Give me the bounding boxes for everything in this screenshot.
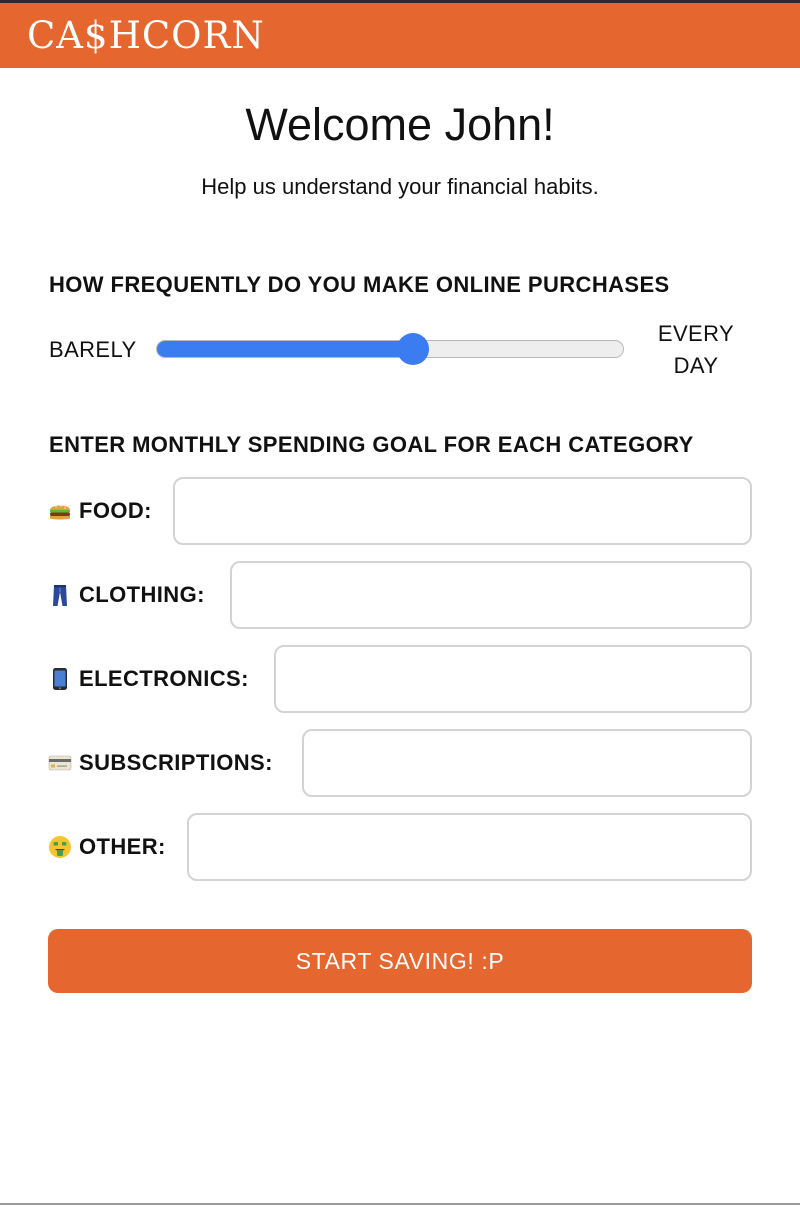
window-bottom-edge: [0, 1203, 800, 1205]
category-row-clothing: CLOTHING:: [48, 561, 752, 629]
category-row-electronics: ELECTRONICS:: [48, 645, 752, 713]
category-label-clothing: CLOTHING:: [48, 582, 205, 608]
spending-heading: ENTER MONTHLY SPENDING GOAL FOR EACH CAT…: [49, 432, 694, 457]
app-header: CA$HCORN: [0, 3, 800, 68]
page-title: Welcome John!: [245, 99, 555, 150]
frequency-heading: HOW FREQUENTLY DO YOU MAKE ONLINE PURCHA…: [49, 272, 670, 297]
page-subtitle: Help us understand your financial habits…: [201, 174, 599, 199]
logo-suffix: HCORN: [108, 14, 265, 57]
jeans-icon: [48, 583, 72, 607]
other-goal-input[interactable]: [187, 813, 752, 881]
category-label-subscriptions: SUBSCRIPTIONS:: [48, 750, 273, 776]
mobile-phone-icon: [48, 667, 72, 691]
slider-max-label: EVERY DAY: [657, 321, 735, 378]
subscriptions-goal-input[interactable]: [302, 729, 752, 797]
electronics-goal-input[interactable]: [274, 645, 752, 713]
food-goal-input[interactable]: [173, 477, 752, 545]
category-label-text: ELECTRONICS:: [79, 666, 249, 691]
slider-thumb[interactable]: [397, 333, 430, 365]
clothing-goal-input[interactable]: [230, 561, 752, 629]
logo-prefix: CA: [27, 14, 85, 57]
category-label-text: SUBSCRIPTIONS:: [79, 750, 273, 775]
category-label-electronics: ELECTRONICS:: [48, 666, 249, 692]
category-label-other: OTHER:: [48, 834, 166, 860]
logo-dollar-symbol: $: [84, 14, 109, 57]
money-mouth-face-icon: [48, 835, 72, 859]
category-label-food: FOOD:: [48, 498, 152, 524]
slider-fill: [157, 341, 414, 357]
category-row-subscriptions: SUBSCRIPTIONS:: [48, 729, 752, 797]
category-row-food: FOOD:: [48, 477, 752, 545]
category-label-text: FOOD:: [79, 498, 152, 523]
credit-card-icon: [48, 751, 72, 775]
category-label-text: OTHER:: [79, 834, 166, 859]
cashcorn-logo[interactable]: CA$HCORN: [27, 17, 265, 54]
start-saving-button[interactable]: START SAVING! :P: [48, 929, 752, 993]
category-label-text: CLOTHING:: [79, 582, 205, 607]
purchase-frequency-slider[interactable]: [156, 333, 624, 365]
burger-icon: [48, 499, 72, 523]
slider-min-label: BARELY: [49, 337, 137, 362]
category-row-other: OTHER:: [48, 813, 752, 881]
